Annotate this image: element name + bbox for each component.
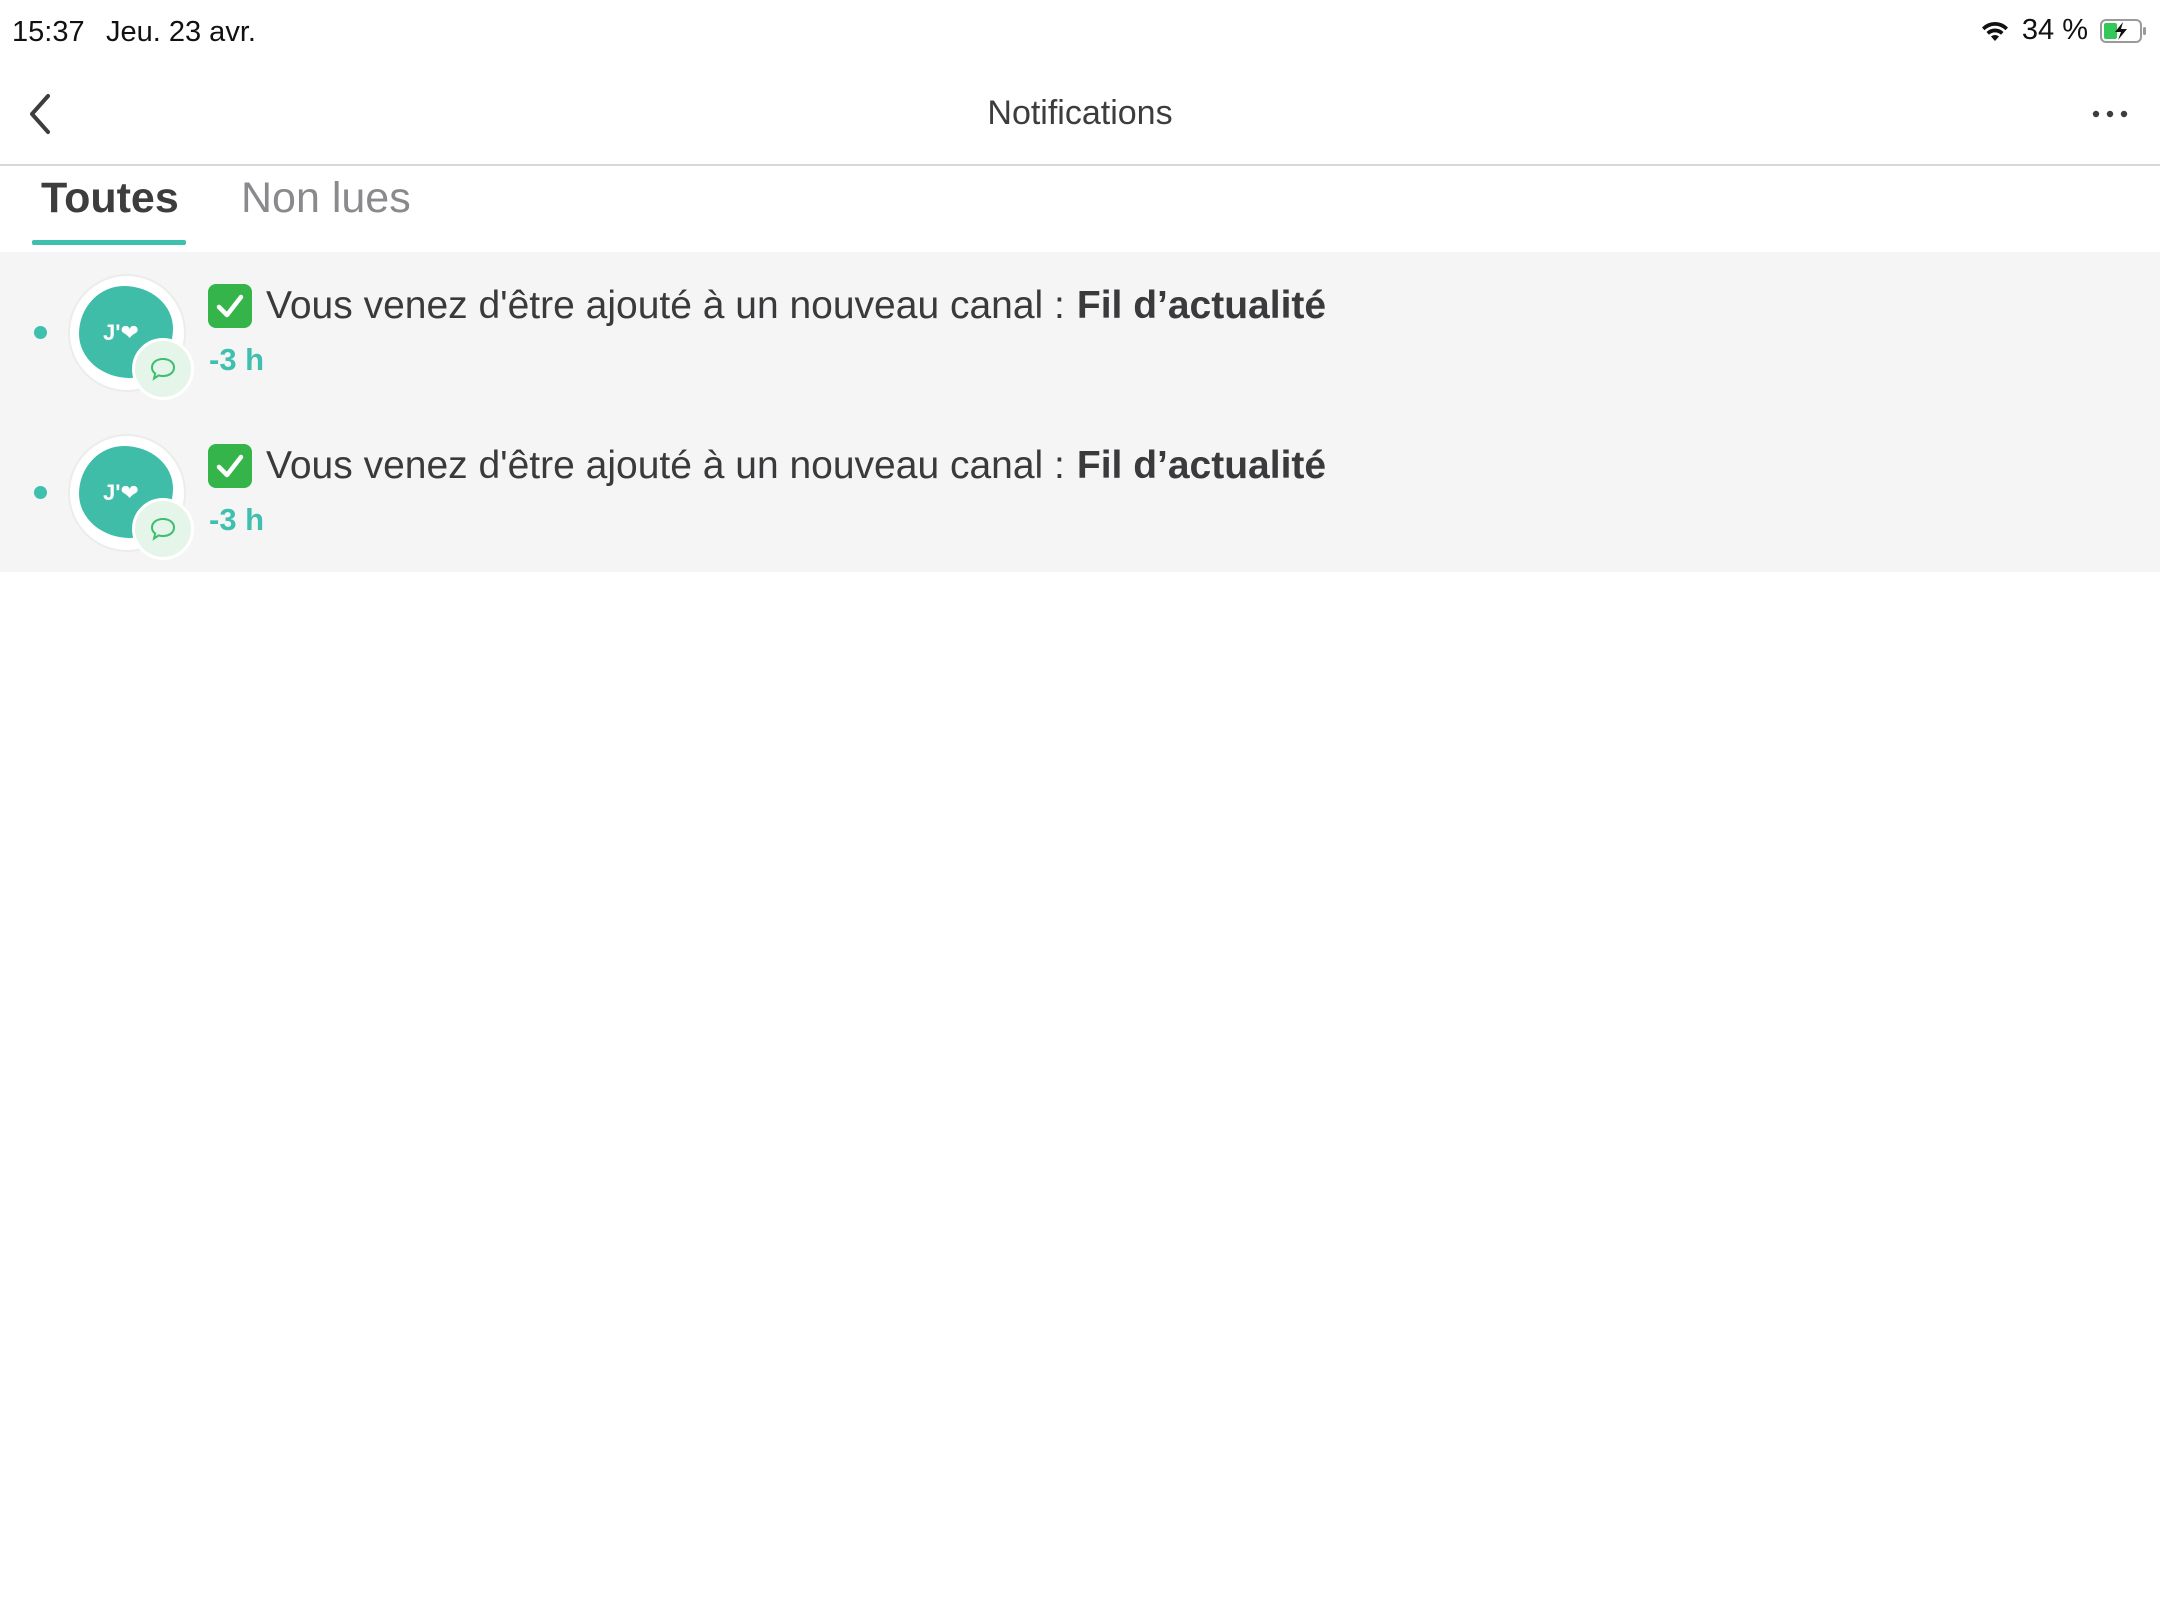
avatar-logo-text: J'❤ xyxy=(103,320,139,345)
avatar: J'❤ xyxy=(70,276,194,400)
status-date: Jeu. 23 avr. xyxy=(106,16,256,48)
unread-dot xyxy=(34,486,47,499)
status-bar: 15:37 Jeu. 23 avr. 34 % xyxy=(0,0,2160,64)
notification-item[interactable]: J'❤ Vous venez d'être ajouté à un nouvea… xyxy=(0,412,2160,572)
channel-name: Fil d’actualité xyxy=(1076,444,1327,487)
chat-badge xyxy=(132,498,194,560)
chat-badge xyxy=(132,338,194,400)
check-mark-icon xyxy=(208,444,252,488)
channel-name: Fil d’actualité xyxy=(1076,284,1327,327)
notification-item[interactable]: J'❤ Vous venez d'être ajouté à un nouvea… xyxy=(0,252,2160,412)
page-title: Notifications xyxy=(987,94,1173,132)
avatar: J'❤ xyxy=(70,436,194,560)
notification-list: J'❤ Vous venez d'être ajouté à un nouvea… xyxy=(0,252,2160,572)
status-indicators: 34 % xyxy=(1980,14,2146,47)
notification-text: Vous venez d'être ajouté à un nouveau ca… xyxy=(208,284,1326,328)
unread-dot xyxy=(34,326,47,339)
chat-bubble-icon xyxy=(150,357,176,381)
wifi-icon xyxy=(1981,21,2008,41)
tab-all[interactable]: Toutes xyxy=(41,174,179,223)
battery-percent: 34 % xyxy=(2021,14,2088,46)
tab-unread[interactable]: Non lues xyxy=(241,174,411,223)
notification-time: -3 h xyxy=(209,502,265,537)
notification-message: Vous venez d'être ajouté à un nouveau ca… xyxy=(266,284,1065,327)
notification-text: Vous venez d'être ajouté à un nouveau ca… xyxy=(208,444,1326,488)
notification-time: -3 h xyxy=(209,342,265,377)
status-time: 15:37 xyxy=(12,16,85,48)
chat-bubble-icon xyxy=(150,517,176,541)
active-tab-indicator xyxy=(32,240,186,245)
nav-bar: Notifications xyxy=(0,64,2160,166)
check-mark-icon xyxy=(208,284,252,328)
avatar-logo-text: J'❤ xyxy=(103,480,139,505)
more-options-icon[interactable] xyxy=(2090,108,2130,120)
notification-message: Vous venez d'être ajouté à un nouveau ca… xyxy=(266,444,1065,487)
battery-wrap xyxy=(2100,18,2146,43)
battery-charging-icon xyxy=(2100,18,2146,43)
tab-bar: Toutes Non lues xyxy=(0,166,2160,252)
